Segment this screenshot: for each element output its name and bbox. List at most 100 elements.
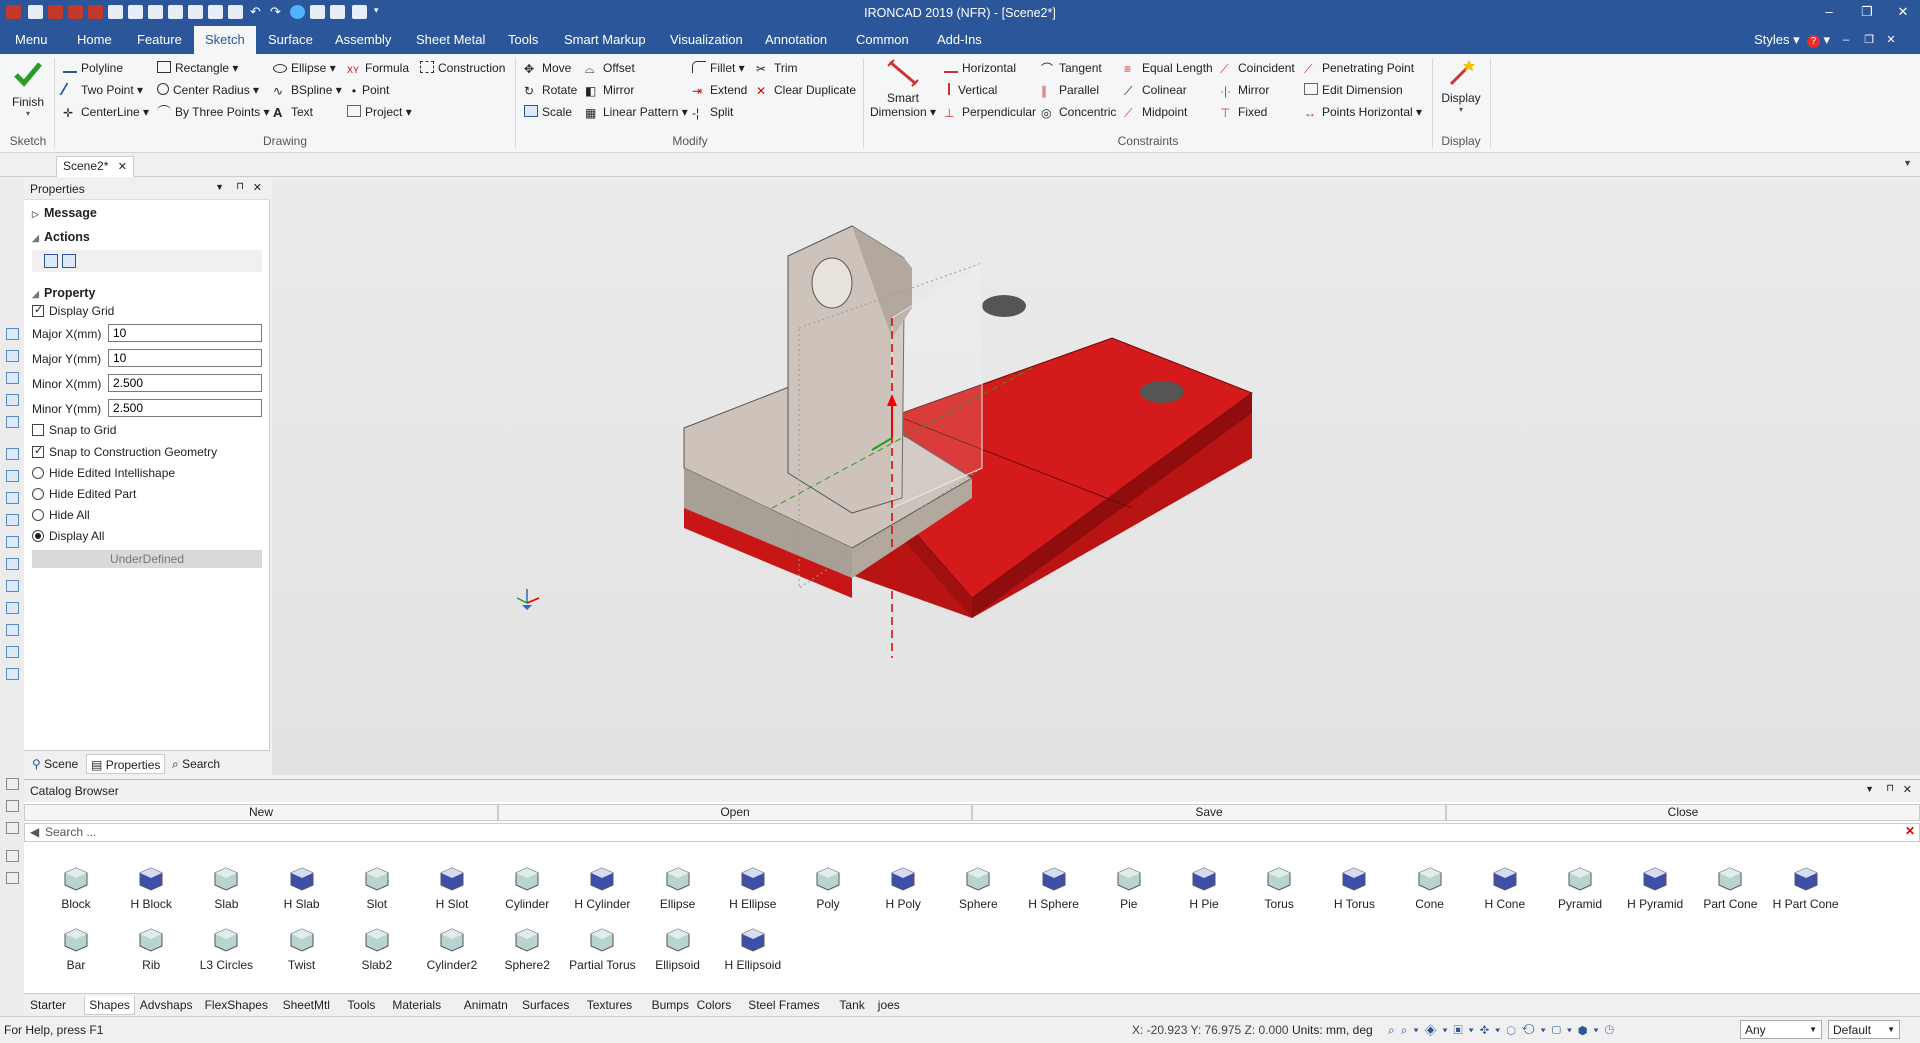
left-tool-icon[interactable] <box>6 350 19 362</box>
left-tool-icon[interactable] <box>6 470 19 482</box>
styles-menu[interactable]: Styles ▾ ? ▾ <box>1754 26 1830 54</box>
center-radius-button[interactable]: Center Radius ▾ <box>157 80 259 100</box>
rotate-button[interactable]: ↻ Rotate <box>524 80 577 100</box>
shape-item[interactable]: H Pyramid <box>1617 865 1693 911</box>
hide-edited-part-radio[interactable]: Hide Edited Part <box>32 487 136 501</box>
midpoint-button[interactable]: ⟋ Midpoint <box>1124 102 1187 122</box>
left-tool-icon[interactable] <box>6 394 19 406</box>
tab-search[interactable]: ⌕ Search <box>168 754 224 774</box>
catalog-tab[interactable]: Surfaces <box>518 996 573 1015</box>
shape-item[interactable]: Slab <box>188 865 264 911</box>
catalog-tab[interactable]: Steel Frames <box>744 996 823 1015</box>
shape-item[interactable]: Part Cone <box>1692 865 1768 911</box>
clear-search-icon[interactable]: ✕ <box>1905 824 1915 838</box>
shape-item[interactable]: Slab2 <box>339 926 415 972</box>
display-button[interactable]: Display ▾ <box>1436 58 1486 132</box>
pin-icon[interactable]: ⊓ <box>236 181 244 192</box>
left-tool-icon[interactable] <box>6 558 19 570</box>
shape-item[interactable]: H Sphere <box>1016 865 1092 911</box>
bspline-button[interactable]: ∿ BSpline ▾ <box>273 80 342 100</box>
catalog-open-button[interactable]: Open <box>498 804 972 821</box>
tab-assembly[interactable]: Assembly <box>324 26 402 54</box>
snap-to-grid-checkbox[interactable]: Snap to Grid <box>32 423 116 437</box>
left-tool-icon[interactable] <box>6 646 19 658</box>
shape-item[interactable]: Sphere <box>940 865 1016 911</box>
shape-item[interactable]: L3 Circles <box>188 926 264 972</box>
tab-home[interactable]: Home <box>66 26 123 54</box>
tab-properties[interactable]: ▤ Properties <box>86 754 166 774</box>
catalog-tab[interactable]: Tank <box>835 996 868 1015</box>
shape-item[interactable]: H Cone <box>1467 865 1543 911</box>
move-button[interactable]: ✥ Move <box>524 58 571 78</box>
close-tab-icon[interactable]: ✕ <box>118 161 127 173</box>
left-tool-icon[interactable] <box>6 850 19 862</box>
left-tool-icon[interactable] <box>6 580 19 592</box>
minimize-icon[interactable]: – <box>1818 3 1840 21</box>
shape-item[interactable]: H Ellipsoid <box>715 926 791 972</box>
tab-scene2[interactable]: Scene2* ✕ <box>56 156 134 177</box>
back-arrow-icon[interactable]: ◀ <box>30 825 39 839</box>
tab-feature[interactable]: Feature <box>126 26 193 54</box>
left-tool-icon[interactable] <box>6 416 19 428</box>
shape-item[interactable]: H Poly <box>865 865 941 911</box>
shape-item[interactable]: Sphere2 <box>489 926 565 972</box>
shape-item[interactable]: Cylinder <box>489 865 565 911</box>
shape-item[interactable]: Pyramid <box>1542 865 1618 911</box>
shape-item[interactable]: H Pie <box>1166 865 1242 911</box>
shape-item[interactable]: H Ellipse <box>715 865 791 911</box>
points-horizontal-button[interactable]: ↔ Points Horizontal ▾ <box>1304 102 1422 122</box>
trim-button[interactable]: ✂ Trim <box>756 58 798 78</box>
catalog-new-button[interactable]: New <box>24 804 498 821</box>
ellipse-button[interactable]: Ellipse ▾ <box>273 58 336 78</box>
vertical-button[interactable]: Vertical <box>944 80 997 100</box>
display-grid-checkbox[interactable]: Display Grid <box>32 303 114 318</box>
by-three-points-button[interactable]: By Three Points ▾ <box>157 102 270 122</box>
smart-dimension-button[interactable]: Smart Dimension ▾ <box>868 58 938 132</box>
shape-item[interactable]: H Slot <box>414 865 490 911</box>
constraint-mirror-button[interactable]: ·|· Mirror <box>1220 80 1269 100</box>
coincident-button[interactable]: ⟋ Coincident <box>1220 58 1295 78</box>
tab-common[interactable]: Common <box>845 26 920 54</box>
construction-button[interactable]: Construction <box>420 58 505 78</box>
catalog-close-icon[interactable]: ✕ <box>1903 783 1912 796</box>
shape-item[interactable]: Twist <box>264 926 340 972</box>
catalog-tab[interactable]: Colors <box>693 996 736 1015</box>
catalog-tab[interactable]: SheetMtl <box>279 996 334 1015</box>
shape-item[interactable]: Bar <box>38 926 114 972</box>
major-y-input[interactable] <box>108 349 262 367</box>
point-button[interactable]: • Point <box>350 80 389 100</box>
centerline-button[interactable]: ✛ CenterLine ▾ <box>63 102 149 122</box>
catalog-tab[interactable]: Materials <box>388 996 445 1015</box>
left-tool-icon[interactable] <box>6 778 19 790</box>
shape-item[interactable]: Torus <box>1241 865 1317 911</box>
display-all-radio[interactable]: Display All <box>32 529 104 543</box>
panel-close-icon[interactable]: ✕ <box>253 181 262 194</box>
view-select[interactable]: Default ▼ <box>1828 1020 1900 1039</box>
fillet-button[interactable]: Fillet ▾ <box>692 58 745 78</box>
left-tool-icon[interactable] <box>6 514 19 526</box>
section-message[interactable]: ▷ Message <box>32 206 97 220</box>
left-tool-icon[interactable] <box>6 668 19 680</box>
catalog-tab[interactable]: Advshaps <box>136 996 197 1015</box>
formula-button[interactable]: XY Formula <box>347 58 409 78</box>
left-tool-icon[interactable] <box>6 372 19 384</box>
tab-sheet-metal[interactable]: Sheet Metal <box>405 26 496 54</box>
tab-smart-markup[interactable]: Smart Markup <box>553 26 657 54</box>
tab-annotation[interactable]: Annotation <box>754 26 838 54</box>
left-tool-icon[interactable] <box>6 536 19 548</box>
split-button[interactable]: -¦ Split <box>692 102 733 122</box>
tab-visualization[interactable]: Visualization <box>659 26 754 54</box>
catalog-search-input[interactable]: ◀ Search ... ✕ <box>24 823 1920 842</box>
shape-item[interactable]: Partial Torus <box>564 926 640 972</box>
tab-list-dropdown-icon[interactable]: ▼ <box>1903 158 1912 168</box>
tab-sketch[interactable]: Sketch <box>194 26 256 54</box>
rectangle-button[interactable]: Rectangle ▾ <box>157 58 238 78</box>
text-button[interactable]: A Text <box>273 102 313 122</box>
tab-tools[interactable]: Tools <box>497 26 549 54</box>
linear-pattern-button[interactable]: ▦ Linear Pattern ▾ <box>585 102 688 122</box>
shape-item[interactable]: Ellipse <box>640 865 716 911</box>
left-tool-icon[interactable] <box>6 602 19 614</box>
catalog-pin-icon[interactable]: ⊓ <box>1886 783 1894 794</box>
catalog-dropdown-icon[interactable]: ▼ <box>1865 784 1874 794</box>
perpendicular-button[interactable]: ⊥ Perpendicular <box>944 102 1036 122</box>
